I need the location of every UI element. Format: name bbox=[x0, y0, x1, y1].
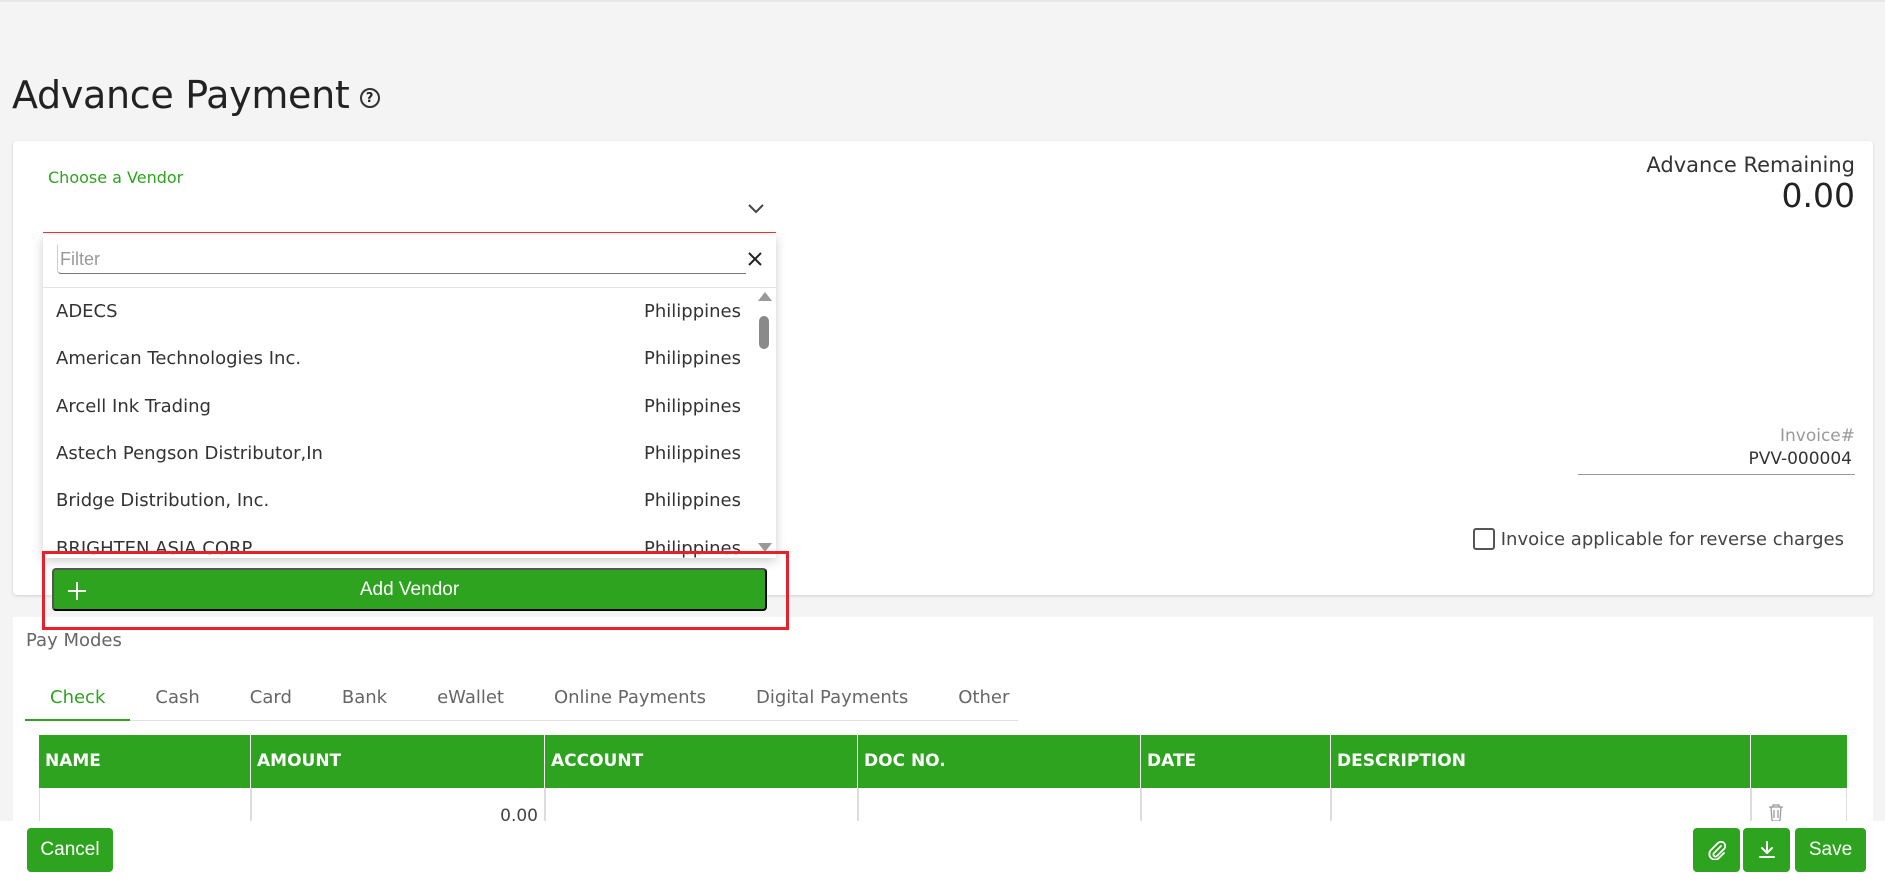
scrollbar-thumb[interactable] bbox=[759, 316, 769, 349]
column-header-amount[interactable]: AMOUNT bbox=[251, 735, 545, 788]
list-item[interactable]: BRIGHTEN ASIA CORP Philippines bbox=[43, 525, 753, 558]
vendor-list-scrollbar[interactable] bbox=[755, 288, 773, 558]
cell-account[interactable] bbox=[545, 788, 858, 821]
pay-modes-label: Pay Modes bbox=[26, 630, 122, 651]
vendor-dropdown: ADECS Philippines American Technologies … bbox=[43, 235, 776, 558]
list-item[interactable]: Astech Pengson Distributor,In Philippine… bbox=[43, 430, 753, 477]
cell-actions bbox=[1751, 788, 1847, 822]
vendor-name: Astech Pengson Distributor,In bbox=[56, 443, 323, 464]
download-button[interactable] bbox=[1743, 828, 1790, 872]
footer-bar bbox=[0, 821, 1885, 881]
pay-modes-tabs: Check Cash Card Bank eWallet Online Paym… bbox=[25, 683, 1018, 721]
vendor-list: ADECS Philippines American Technologies … bbox=[43, 288, 753, 558]
vendor-country: Philippines bbox=[644, 443, 741, 464]
vendor-country: Philippines bbox=[644, 538, 741, 558]
vendor-country: Philippines bbox=[644, 490, 741, 511]
vendor-select[interactable] bbox=[43, 192, 776, 233]
column-header-description[interactable]: DESCRIPTION bbox=[1331, 735, 1751, 788]
vendor-country: Philippines bbox=[644, 396, 741, 417]
tab-digital-payments[interactable]: Digital Payments bbox=[731, 683, 933, 721]
table-row: 0.00 bbox=[39, 788, 1847, 826]
vendor-name: BRIGHTEN ASIA CORP bbox=[56, 538, 253, 558]
scroll-up-icon[interactable] bbox=[758, 292, 772, 301]
plus-icon bbox=[68, 582, 86, 600]
cell-name[interactable] bbox=[39, 788, 251, 821]
page-title-text: Advance Payment bbox=[12, 73, 350, 117]
tab-check[interactable]: Check bbox=[25, 683, 131, 721]
column-header-date[interactable]: DATE bbox=[1141, 735, 1331, 788]
check-grid-header: NAME AMOUNT ACCOUNT DOC NO. DATE DESCRIP… bbox=[39, 735, 1847, 788]
filter-field bbox=[57, 245, 746, 274]
column-header-actions bbox=[1751, 735, 1847, 788]
tab-ewallet[interactable]: eWallet bbox=[412, 683, 529, 721]
trash-icon[interactable] bbox=[1768, 804, 1784, 822]
reverse-charge-option[interactable]: Invoice applicable for reverse charges bbox=[1472, 528, 1844, 550]
attach-button[interactable] bbox=[1693, 828, 1740, 872]
download-icon bbox=[1758, 841, 1775, 858]
list-item[interactable]: American Technologies Inc. Philippines bbox=[43, 335, 753, 382]
add-vendor-button[interactable]: Add Vendor bbox=[52, 568, 767, 611]
reverse-charge-label: Invoice applicable for reverse charges bbox=[1500, 528, 1844, 550]
vendor-name: American Technologies Inc. bbox=[56, 348, 302, 369]
save-button[interactable]: Save bbox=[1795, 828, 1866, 872]
reverse-charge-checkbox[interactable] bbox=[1472, 528, 1495, 550]
cell-amount[interactable]: 0.00 bbox=[251, 788, 545, 826]
cell-doc-no[interactable] bbox=[858, 788, 1141, 821]
list-item[interactable]: Bridge Distribution, Inc. Philippines bbox=[43, 477, 753, 524]
advance-remaining-label: Advance Remaining bbox=[1646, 153, 1855, 177]
column-header-name[interactable]: NAME bbox=[39, 735, 251, 788]
invoice-number-field[interactable]: PVV-000004 bbox=[1578, 449, 1855, 475]
vendor-name: ADECS bbox=[56, 301, 118, 322]
close-icon[interactable] bbox=[745, 249, 765, 269]
invoice-label: Invoice# bbox=[1779, 426, 1855, 446]
add-vendor-label: Add Vendor bbox=[359, 578, 460, 600]
tab-other[interactable]: Other bbox=[933, 683, 1034, 721]
advance-remaining-value: 0.00 bbox=[1781, 176, 1855, 215]
paperclip-icon bbox=[1707, 840, 1726, 860]
scroll-down-icon[interactable] bbox=[758, 543, 772, 552]
page-title: Advance Payment ? bbox=[12, 73, 380, 117]
tab-cash[interactable]: Cash bbox=[130, 683, 224, 721]
filter-input[interactable] bbox=[58, 245, 746, 273]
column-header-doc-no[interactable]: DOC NO. bbox=[858, 735, 1141, 788]
tab-online-payments[interactable]: Online Payments bbox=[529, 683, 731, 721]
vendor-country: Philippines bbox=[644, 301, 741, 322]
tab-bank[interactable]: Bank bbox=[317, 683, 412, 721]
column-header-account[interactable]: ACCOUNT bbox=[545, 735, 858, 788]
list-item[interactable]: ADECS Philippines bbox=[43, 288, 753, 335]
cancel-button[interactable]: Cancel bbox=[27, 828, 113, 872]
vendor-name: Arcell Ink Trading bbox=[56, 396, 211, 417]
tab-card[interactable]: Card bbox=[225, 683, 317, 721]
vendor-label: Choose a Vendor bbox=[48, 168, 184, 187]
cell-date[interactable] bbox=[1141, 788, 1331, 821]
vendor-name: Bridge Distribution, Inc. bbox=[56, 490, 270, 511]
cell-description[interactable] bbox=[1331, 788, 1751, 821]
top-divider bbox=[0, 0, 1885, 2]
vendor-country: Philippines bbox=[644, 348, 741, 369]
chevron-down-icon[interactable] bbox=[746, 198, 766, 218]
list-item[interactable]: Arcell Ink Trading Philippines bbox=[43, 383, 753, 430]
help-circle-icon[interactable]: ? bbox=[359, 88, 380, 108]
